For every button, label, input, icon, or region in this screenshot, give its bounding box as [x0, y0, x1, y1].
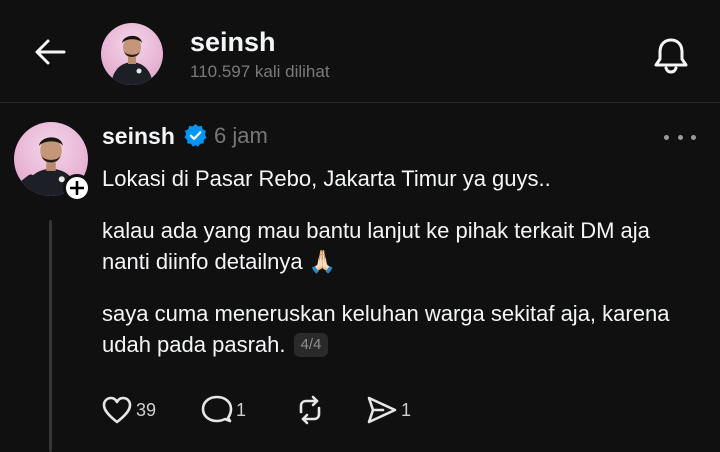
send-icon [367, 396, 397, 424]
post-paragraph: Lokasi di Pasar Rebo, Jakarta Timur ya g… [102, 166, 551, 191]
notify-button[interactable] [650, 34, 692, 76]
arrow-left-icon [35, 39, 66, 65]
dot [664, 134, 669, 140]
heart-icon [102, 396, 132, 424]
repost-icon [299, 395, 321, 425]
post-paragraph: saya cuma meneruskan keluhan warga sekit… [102, 301, 670, 357]
comment-icon [201, 395, 233, 423]
thread-line [49, 220, 52, 452]
like-button[interactable]: 39 [101, 393, 156, 427]
profile-photo [111, 35, 153, 85]
repost-button[interactable] [295, 393, 325, 427]
bell-icon [654, 38, 688, 74]
view-count: 110.597 kali dilihat [190, 62, 330, 81]
dot [691, 134, 696, 140]
comment-count: 1 [236, 399, 247, 420]
post-paragraph: kalau ada yang mau bantu lanjut ke pihak… [102, 218, 650, 274]
more-options-button[interactable] [664, 127, 696, 147]
plus-icon [70, 181, 84, 195]
verified-badge-icon [184, 124, 207, 147]
comment-button[interactable]: 1 [201, 393, 246, 427]
back-button[interactable] [30, 32, 70, 72]
post-paragraph-last: saya cuma meneruskan keluhan warga sekit… [102, 298, 702, 360]
thread-post: seinsh 6 jam Lokasi di Pasar Rebo, Jakar… [0, 103, 720, 452]
header-avatar[interactable] [101, 23, 163, 85]
share-count: 1 [401, 399, 412, 420]
post-username[interactable]: seinsh [102, 122, 175, 150]
dot [677, 134, 683, 140]
like-count: 39 [136, 399, 157, 420]
thread-header: seinsh 110.597 kali dilihat [0, 0, 720, 103]
page-indicator-badge: 4/4 [293, 333, 329, 357]
header-username[interactable]: seinsh [190, 26, 276, 58]
post-timestamp: 6 jam [214, 123, 268, 148]
share-button[interactable]: 1 [366, 393, 411, 427]
follow-button[interactable] [63, 174, 91, 202]
